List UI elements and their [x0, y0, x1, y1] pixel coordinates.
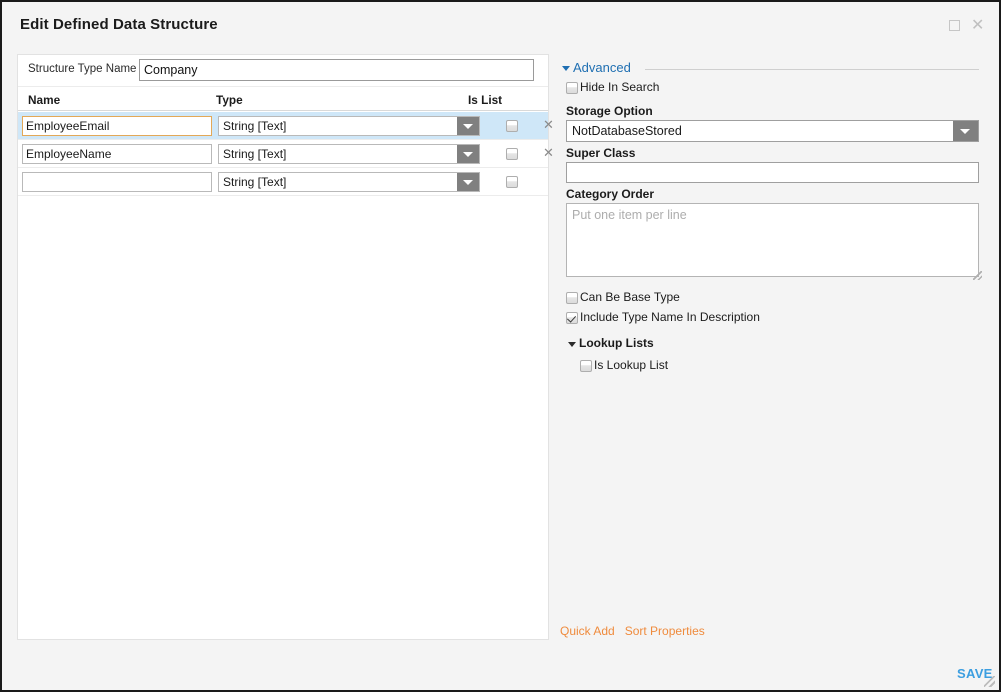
structure-type-name-row: Structure Type Name [18, 55, 548, 87]
advanced-section-label: Advanced [573, 60, 631, 75]
window-resize-grip-icon[interactable] [984, 676, 995, 687]
remove-property-icon[interactable]: ✕ [543, 118, 554, 132]
super-class-input[interactable] [566, 162, 979, 183]
property-type-value: String [Text] [223, 175, 287, 189]
sort-properties-link[interactable]: Sort Properties [625, 624, 705, 638]
chevron-down-icon[interactable] [457, 173, 479, 191]
is-lookup-list-checkbox[interactable] [580, 360, 592, 372]
lookup-lists-header[interactable]: Lookup Lists [560, 336, 985, 356]
is-list-checkbox[interactable] [506, 120, 518, 132]
properties-panel: Structure Type Name Name Type Is List St… [17, 54, 554, 640]
storage-option-select[interactable]: NotDatabaseStored [566, 120, 979, 142]
super-class-label: Super Class [566, 146, 636, 160]
property-type-value: String [Text] [223, 147, 287, 161]
include-type-name-label: Include Type Name In Description [580, 310, 760, 324]
property-name-input[interactable] [22, 116, 212, 136]
page-title: Edit Defined Data Structure [20, 16, 218, 33]
maximize-icon[interactable] [949, 19, 963, 33]
structure-type-name-label: Structure Type Name [28, 63, 137, 75]
hide-in-search-row[interactable]: Hide In Search [566, 80, 985, 100]
hide-in-search-checkbox[interactable] [566, 82, 578, 94]
chevron-down-icon[interactable] [953, 121, 978, 141]
title-bar: Edit Defined Data Structure ✕ [2, 2, 999, 46]
can-be-base-type-checkbox[interactable] [566, 292, 578, 304]
close-icon[interactable]: ✕ [971, 18, 985, 34]
chevron-down-icon[interactable] [457, 145, 479, 163]
structure-type-name-input[interactable] [139, 59, 534, 81]
is-lookup-list-row[interactable]: Is Lookup List [580, 358, 985, 378]
edit-defined-data-structure-dialog: Edit Defined Data Structure ✕ Structure … [0, 0, 1001, 692]
is-list-checkbox[interactable] [506, 176, 518, 188]
table-row[interactable]: String [Text] ✕ [18, 140, 554, 168]
resize-grip-icon[interactable] [973, 271, 982, 280]
lookup-lists-label: Lookup Lists [579, 336, 654, 350]
property-name-input[interactable] [22, 144, 212, 164]
chevron-down-icon[interactable] [562, 66, 570, 71]
include-type-name-row[interactable]: Include Type Name In Description [566, 310, 985, 330]
properties-table-header: Name Type Is List [18, 88, 548, 111]
property-type-value: String [Text] [223, 119, 287, 133]
can-be-base-type-row[interactable]: Can Be Base Type [566, 290, 985, 310]
storage-option-label: Storage Option [566, 104, 653, 118]
lookup-lists-group: Lookup Lists Is Lookup List [560, 336, 985, 378]
table-row[interactable]: String [Text] ✕ [18, 112, 554, 140]
remove-property-icon[interactable]: ✕ [543, 146, 554, 160]
property-type-select[interactable]: String [Text] [218, 172, 480, 192]
quick-add-link[interactable]: Quick Add [560, 624, 615, 638]
is-list-checkbox[interactable] [506, 148, 518, 160]
hide-in-search-label: Hide In Search [580, 80, 660, 94]
footer-links: Quick Add Sort Properties [560, 624, 715, 638]
column-header-type: Type [216, 93, 243, 107]
property-type-select[interactable]: String [Text] [218, 144, 480, 164]
include-type-name-checkbox[interactable] [566, 312, 578, 324]
property-type-select[interactable]: String [Text] [218, 116, 480, 136]
category-order-label: Category Order [566, 187, 655, 201]
chevron-down-icon[interactable] [568, 342, 576, 347]
advanced-section-header[interactable]: Advanced [560, 60, 985, 80]
chevron-down-icon[interactable] [457, 117, 479, 135]
divider [645, 69, 979, 70]
can-be-base-type-label: Can Be Base Type [580, 290, 680, 304]
advanced-panel: Advanced Hide In Search Storage Option N… [560, 60, 985, 640]
property-name-input[interactable] [22, 172, 212, 192]
column-header-is-list: Is List [468, 93, 503, 107]
is-lookup-list-label: Is Lookup List [594, 358, 669, 372]
storage-option-value: NotDatabaseStored [572, 124, 682, 138]
column-header-name: Name [28, 93, 61, 107]
table-row[interactable]: String [Text] [18, 168, 548, 196]
category-order-textarea[interactable] [566, 203, 979, 277]
